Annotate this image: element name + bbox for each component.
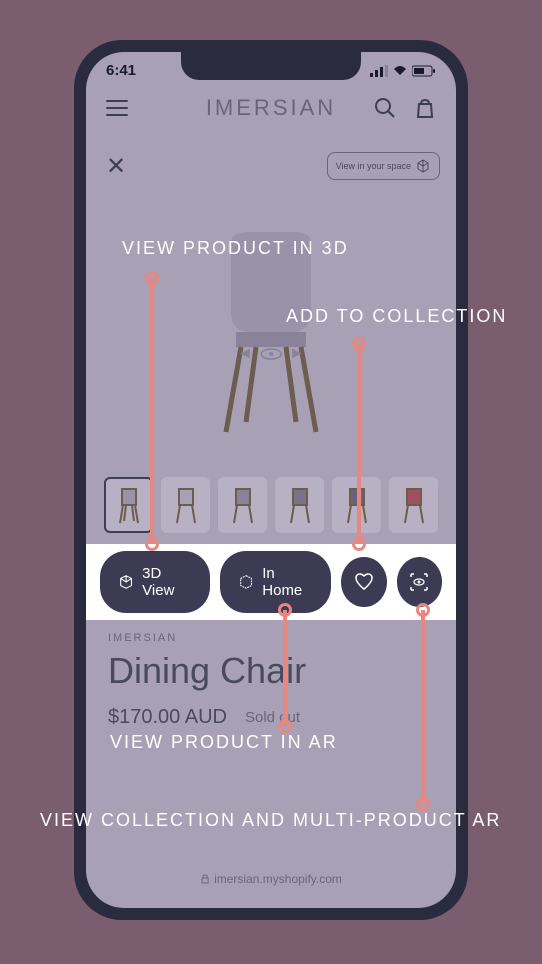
phone-frame: 6:41 IMERSIAN ✕ View in your space (74, 40, 468, 920)
product-brand: IMERSIAN (108, 632, 306, 644)
ar-icon (238, 573, 254, 591)
connector-line (421, 610, 425, 804)
annotation-multi-ar: VIEW COLLECTION AND MULTI-PRODUCT AR (40, 810, 501, 831)
thumbnail-3[interactable] (218, 477, 267, 533)
thumbnail-6[interactable] (389, 477, 438, 533)
view-in-space-button[interactable]: View in your space (327, 152, 440, 180)
close-button[interactable]: ✕ (106, 152, 126, 181)
thumbnail-1[interactable] (104, 477, 153, 533)
connector-end (278, 603, 292, 617)
connector-line (283, 610, 287, 726)
in-home-label: In Home (262, 565, 313, 599)
rotate-hint: ◄ ► (237, 342, 305, 366)
view-in-space-label: View in your space (336, 161, 411, 171)
view-3d-button[interactable]: 3D View (100, 551, 210, 613)
url-bar: imersian.myshopify.com (200, 872, 342, 886)
view-3d-label: 3D View (142, 565, 192, 599)
app-header: IMERSIAN (86, 83, 456, 133)
bag-icon[interactable] (414, 97, 436, 119)
lock-icon (200, 874, 210, 884)
connector-end (416, 797, 430, 811)
thumbnail-2[interactable] (161, 477, 210, 533)
connector-line (150, 278, 154, 544)
connector-end (352, 337, 366, 351)
menu-icon[interactable] (106, 100, 128, 116)
view-collection-button[interactable] (397, 557, 442, 607)
cube-3d-icon (118, 573, 134, 591)
cube-icon (415, 158, 431, 174)
favorite-button[interactable] (341, 557, 386, 607)
connector-end (278, 719, 292, 733)
product-price: $170.00 AUD (108, 706, 227, 729)
wifi-icon (392, 65, 408, 77)
annotation-view-ar: VIEW PRODUCT IN AR (110, 732, 338, 753)
in-home-button[interactable]: In Home (220, 551, 331, 613)
connector-end (352, 537, 366, 551)
brand-logo: IMERSIAN (206, 95, 336, 121)
search-icon[interactable] (374, 97, 396, 119)
connector-end (145, 271, 159, 285)
url-text: imersian.myshopify.com (214, 872, 342, 886)
connector-line (357, 344, 361, 544)
product-info: IMERSIAN Dining Chair $170.00 AUD Sold o… (108, 632, 306, 729)
eye-scan-icon (408, 571, 430, 593)
signal-icon (370, 65, 388, 77)
thumbnail-4[interactable] (275, 477, 324, 533)
action-bar: 3D View In Home (86, 544, 456, 620)
status-time: 6:41 (106, 62, 136, 79)
status-icons (370, 65, 436, 77)
battery-icon (412, 65, 436, 77)
connector-end (416, 603, 430, 617)
product-title: Dining Chair (108, 650, 306, 692)
rotate-360-icon (259, 342, 283, 366)
thumbnail-strip (96, 477, 446, 533)
phone-screen: 6:41 IMERSIAN ✕ View in your space (86, 52, 456, 908)
connector-end (145, 537, 159, 551)
phone-notch (181, 52, 361, 80)
annotation-add-collection: ADD TO COLLECTION (286, 306, 507, 327)
heart-icon (353, 571, 375, 593)
annotation-view-3d: VIEW PRODUCT IN 3D (122, 238, 349, 259)
